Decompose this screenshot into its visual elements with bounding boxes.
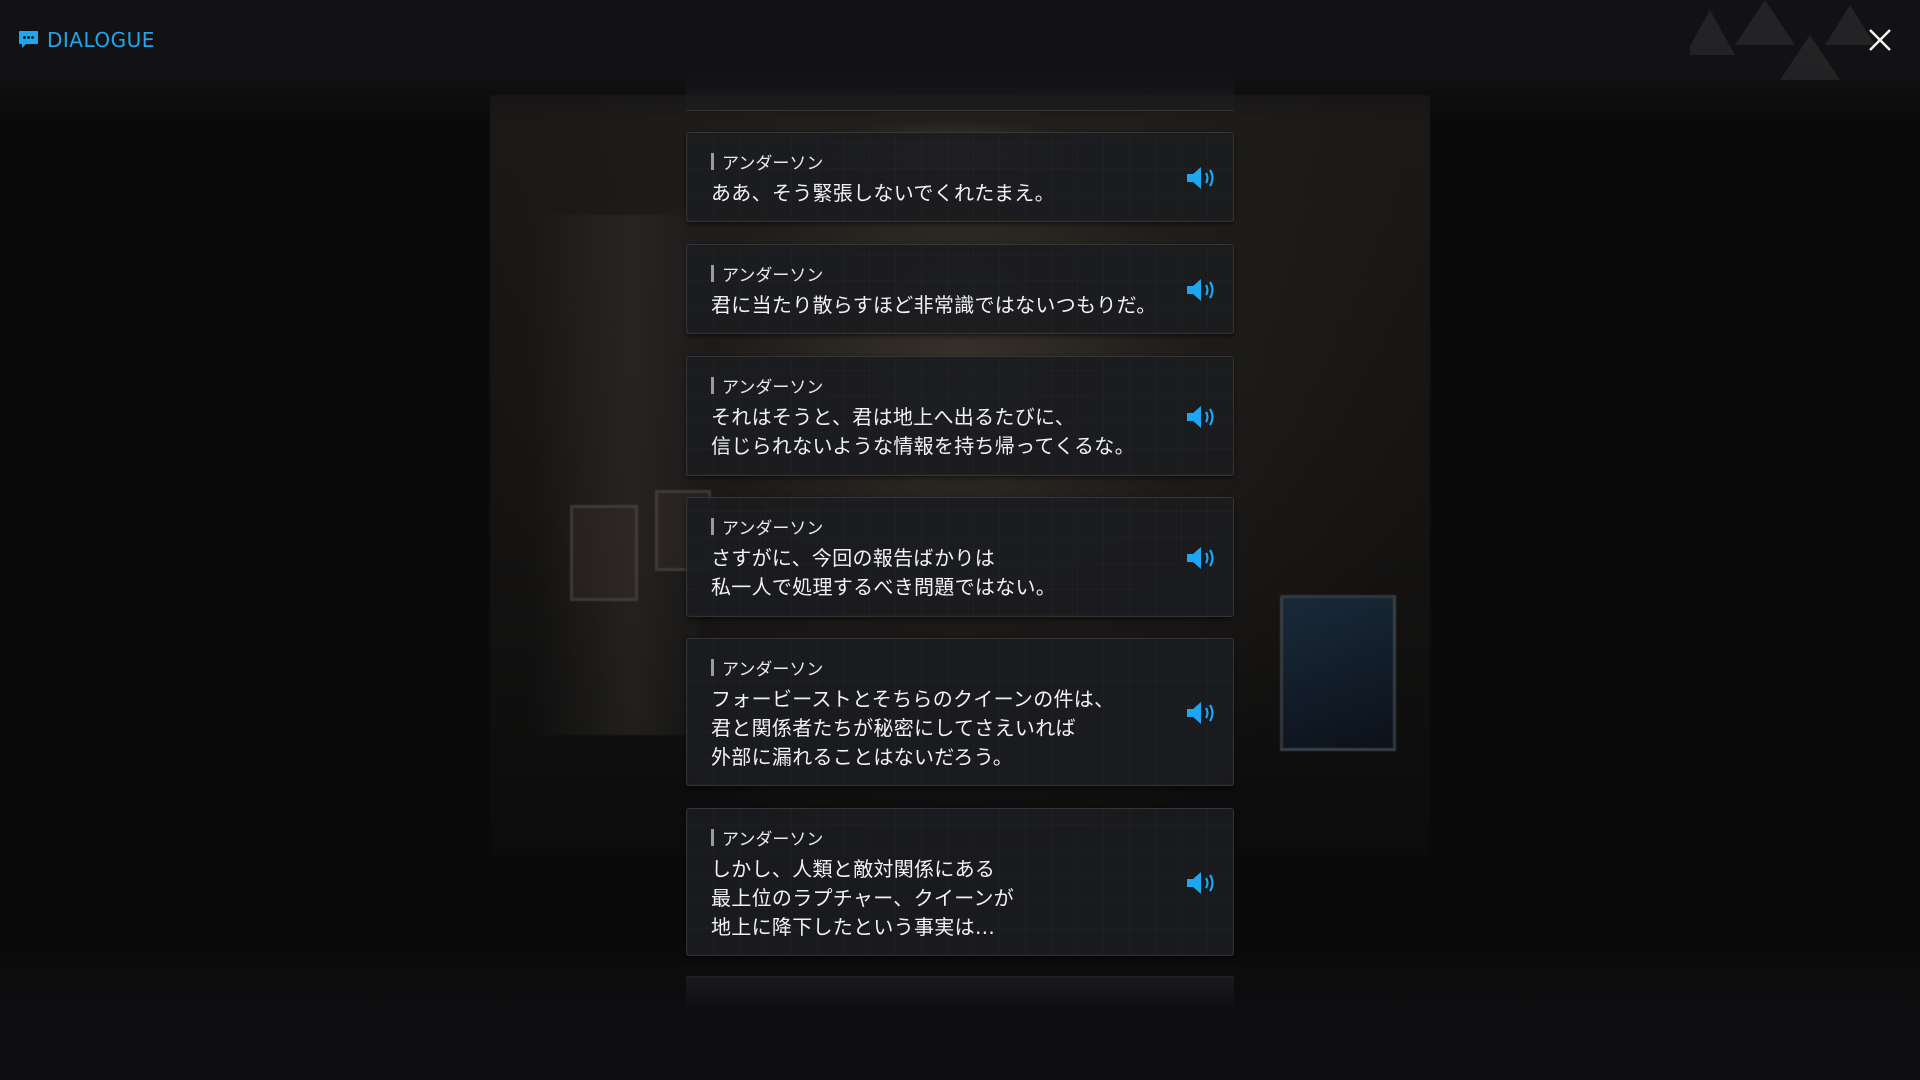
voice-play-button[interactable] (1185, 543, 1221, 573)
dialogue-entry: アンダーソン ああ、そう緊張しないでくれたまえ。 (686, 132, 1234, 222)
speaker-bar (711, 829, 714, 846)
close-button[interactable] (1862, 22, 1898, 58)
speaker-icon (1187, 872, 1214, 894)
voice-play-button[interactable] (1185, 402, 1221, 432)
dialogue-text: ああ、そう緊張しないでくれたまえ。 (711, 181, 1055, 205)
dialogue-entry: アンダーソン しかし、人類と敵対関係にある 最上位のラプチャー、クイーンが 地上… (686, 808, 1234, 956)
speaker-name: アンダーソン (711, 514, 823, 539)
monitor (1280, 595, 1396, 751)
partial-entry-top (686, 70, 1234, 111)
speaker-icon (1187, 406, 1214, 428)
speaker-label: アンダーソン (722, 154, 824, 174)
speaker-label: アンダーソン (722, 519, 824, 539)
wall-picture-frame (570, 505, 638, 601)
dialogue-header: DIALOGUE (18, 28, 155, 52)
speaker-name: アンダーソン (711, 655, 823, 680)
voice-play-button[interactable] (1185, 163, 1221, 193)
dialogue-entry: アンダーソン 君に当たり散らすほど非常識ではないつもりだ。 (686, 244, 1234, 334)
dialogue-entry: アンダーソン フォービーストとそちらのクイーンの件は、 君と関係者たちが秘密にし… (686, 638, 1234, 786)
speaker-icon (1187, 547, 1214, 569)
voice-play-button[interactable] (1185, 275, 1221, 305)
dialogue-text: さすがに、今回の報告ばかりは 私一人で処理するべき問題ではない。 (711, 546, 1057, 599)
wall-shelf (530, 215, 700, 735)
voice-play-button[interactable] (1185, 868, 1221, 898)
dialogue-text: それはそうと、君は地上へ出るたびに、 信じられないような情報を持ち帰ってくるな。 (711, 405, 1135, 458)
speaker-bar (711, 265, 714, 282)
speaker-icon (1187, 702, 1214, 724)
page-title: DIALOGUE (47, 28, 155, 52)
dialogue-log-screen: DIALOGUE アンダーソン ああ、そう緊張しないでくれたまえ。 アンダーソン… (0, 0, 1920, 1080)
dialogue-text: 君に当たり散らすほど非常識ではないつもりだ。 (711, 293, 1157, 317)
speaker-bar (711, 659, 714, 676)
speaker-icon (1187, 167, 1214, 189)
speaker-label: アンダーソン (722, 660, 824, 680)
dialogue-entry: アンダーソン さすがに、今回の報告ばかりは 私一人で処理するべき問題ではない。 (686, 497, 1234, 617)
speaker-bar (711, 518, 714, 535)
chat-bubble-icon (19, 31, 38, 48)
dialogue-entry: アンダーソン それはそうと、君は地上へ出るたびに、 信じられないような情報を持ち… (686, 356, 1234, 476)
dialogue-text: フォービーストとそちらのクイーンの件は、 君と関係者たちが秘密にしてさえいれば … (711, 687, 1115, 769)
partial-entry-bottom (686, 976, 1234, 1013)
speaker-icon (1187, 279, 1214, 301)
corner-decoration-icon (1690, 0, 1875, 80)
speaker-label: アンダーソン (722, 378, 824, 398)
speaker-bar (711, 153, 714, 170)
close-icon (1869, 29, 1891, 51)
speaker-label: アンダーソン (722, 830, 824, 850)
speaker-name: アンダーソン (711, 825, 823, 850)
speaker-bar (711, 377, 714, 394)
speaker-name: アンダーソン (711, 261, 823, 286)
dialogue-text: しかし、人類と敵対関係にある 最上位のラプチャー、クイーンが 地上に降下したとい… (711, 857, 1015, 939)
voice-play-button[interactable] (1185, 698, 1221, 728)
speaker-name: アンダーソン (711, 149, 823, 174)
speaker-name: アンダーソン (711, 373, 823, 398)
speaker-label: アンダーソン (722, 266, 824, 286)
